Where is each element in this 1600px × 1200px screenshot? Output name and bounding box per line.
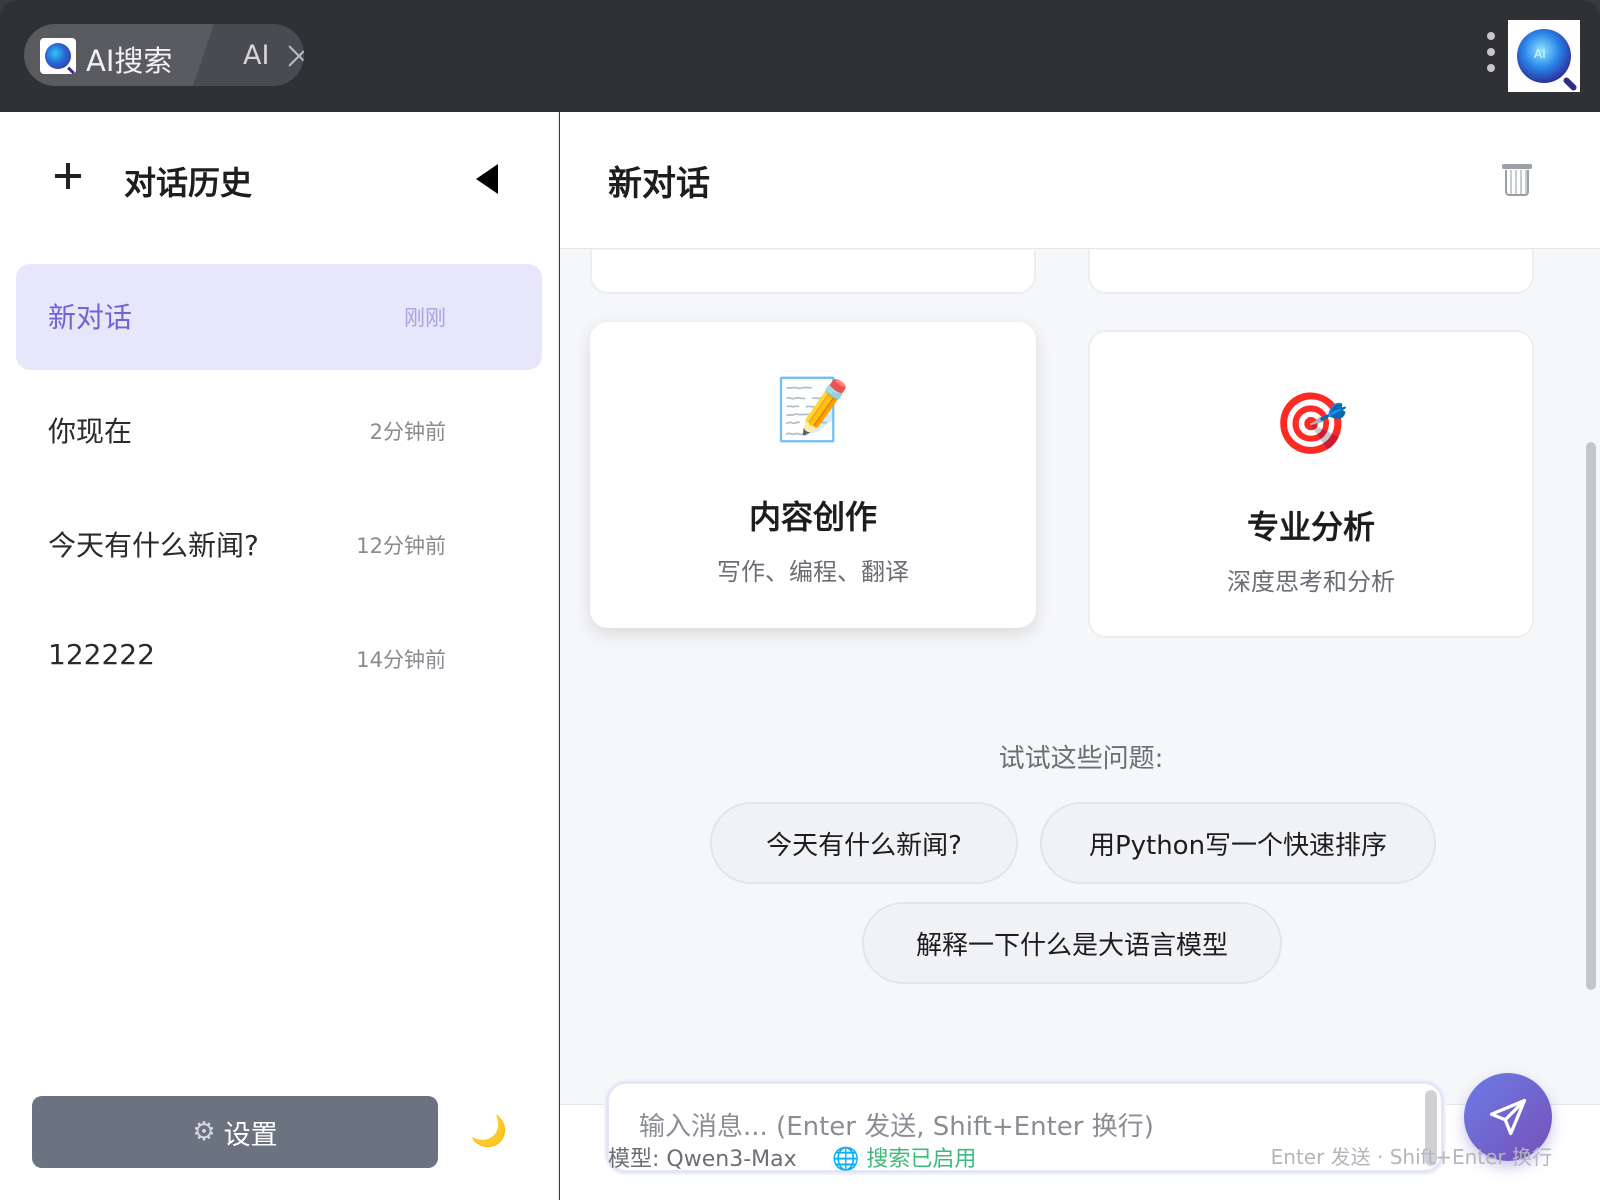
chat-header: 新对话 [560,112,1600,249]
conversation-time: 14分钟前 [356,648,446,672]
card-title: 专业分析 [1246,508,1375,546]
chat-title: 新对话 [608,164,710,204]
conversation-item[interactable]: 122222 14分钟前 [16,606,542,712]
conversation-item[interactable]: 今天有什么新闻? 12分钟前 [16,492,542,598]
gear-icon: ⚙ [192,1117,216,1147]
target-icon: 🎯 [1273,389,1349,459]
conversation-time: 刚刚 [404,306,446,330]
feature-card-partial[interactable] [1088,250,1534,294]
suggestions-label: 试试这些问题: [998,744,1164,774]
more-options-icon[interactable] [1484,32,1498,80]
conversation-item[interactable]: 新对话 刚刚 [16,264,542,370]
collapse-sidebar-icon[interactable] [476,164,498,194]
chat-panel: 新对话 📝 内容创作 写作、编程、翻译 🎯 专业分析 深度思考和分析 试试这些问… [560,112,1600,1200]
suggestion-chip[interactable]: 解释一下什么是大语言模型 [862,902,1282,984]
model-label: 模型: Qwen3-Max [608,1147,797,1172]
conversation-list: 新对话 刚刚 你现在 2分钟前 今天有什么新闻? 12分钟前 122222 14… [16,264,542,720]
send-icon [1489,1098,1527,1136]
new-chat-plus-icon[interactable] [54,162,82,190]
app-avatar[interactable]: AI [1508,20,1580,92]
app-logo-icon [40,38,76,74]
conversation-time: 12分钟前 [356,534,446,558]
window-titlebar: AI搜索 AI AI [0,0,1600,112]
tab-ai-search[interactable]: AI搜索 [24,24,214,86]
conversation-title: 122222 [48,638,155,671]
card-subtitle: 深度思考和分析 [1227,568,1395,596]
settings-button[interactable]: ⚙ 设置 [32,1096,438,1168]
conversation-sidebar: 对话历史 新对话 刚刚 你现在 2分钟前 今天有什么新闻? 12分钟前 1222… [0,112,559,1200]
tab-title: AI搜索 [86,44,173,78]
trash-icon[interactable] [1500,162,1534,198]
memo-icon: 📝 [775,375,851,445]
feature-card-partial[interactable] [590,250,1036,294]
feature-card-content-creation[interactable]: 📝 内容创作 写作、编程、翻译 [590,322,1036,628]
content-scrollbar[interactable] [1586,442,1596,990]
ai-search-logo-icon: AI [1517,29,1571,83]
keyboard-hint: Enter 发送 · Shift+Enter 换行 [1270,1145,1552,1169]
input-area: 模型: Qwen3-Max 🌐 搜索已启用 Enter 发送 · Shift+E… [560,1073,1600,1200]
conversation-title: 你现在 [48,415,133,448]
card-subtitle: 写作、编程、翻译 [717,558,909,586]
search-status[interactable]: 🌐 搜索已启用 [832,1141,976,1173]
tab-strip: AI搜索 AI [24,24,304,86]
chat-content: 📝 内容创作 写作、编程、翻译 🎯 专业分析 深度思考和分析 试试这些问题: 今… [560,250,1600,1104]
sidebar-header: 对话历史 [0,112,559,246]
conversation-time: 2分钟前 [369,420,446,444]
moon-icon[interactable]: 🌙 [470,1114,507,1149]
sidebar-title: 对话历史 [124,164,253,202]
conversation-title: 新对话 [48,301,133,334]
suggestion-chip[interactable]: 用Python写一个快速排序 [1040,802,1436,884]
card-title: 内容创作 [748,498,877,536]
tab-ai[interactable]: AI [243,40,269,71]
conversation-title: 今天有什么新闻? [48,529,259,562]
suggestion-chip[interactable]: 今天有什么新闻? [710,802,1018,884]
close-tab-icon[interactable] [284,40,304,70]
conversation-item[interactable]: 你现在 2分钟前 [16,378,542,484]
settings-label: 设置 [223,1119,278,1151]
feature-card-professional-analysis[interactable]: 🎯 专业分析 深度思考和分析 [1088,330,1534,638]
